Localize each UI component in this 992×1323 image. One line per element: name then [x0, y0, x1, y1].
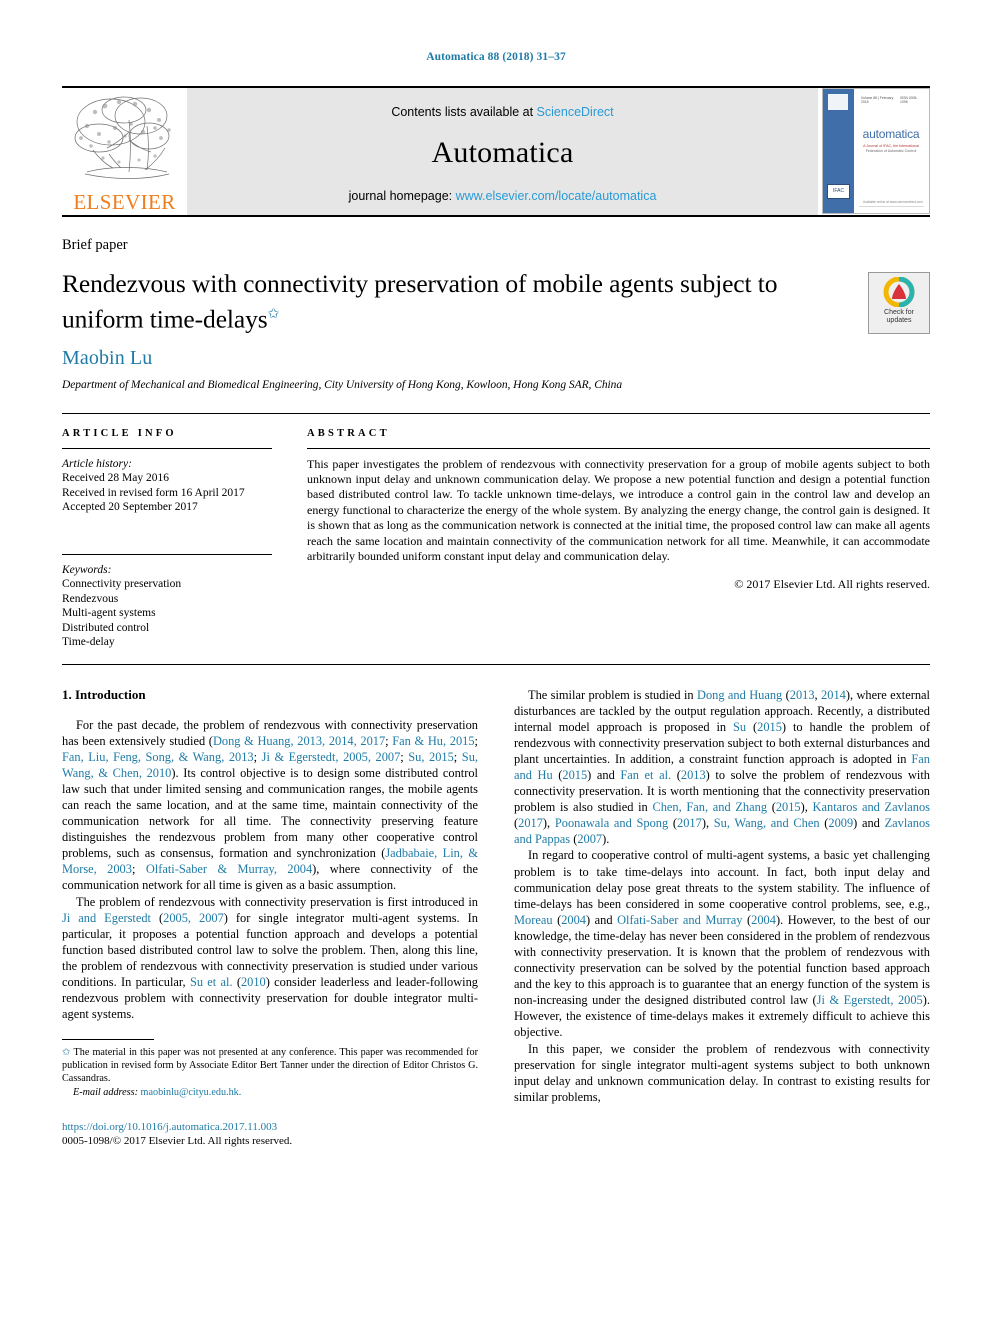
footnote-email-line: E-mail address: maobinlu@cityu.edu.hk.	[62, 1086, 478, 1099]
title-row: Rendezvous with connectivity preservatio…	[62, 268, 930, 391]
cover-elsevier-icon	[828, 94, 848, 110]
body-right-column: The similar problem is studied in Dong a…	[514, 687, 930, 1149]
running-head: Automatica 88 (2018) 31–37	[426, 51, 566, 63]
sciencedirect-link[interactable]: ScienceDirect	[537, 105, 614, 119]
footnote-email-label: E-mail address:	[73, 1087, 138, 1099]
cover-subtitle-line1: A Journal of IFAC, the International	[863, 144, 919, 148]
author-email-link[interactable]: maobinlu@cityu.edu.hk.	[141, 1087, 242, 1098]
article-history-label: Article history:	[62, 457, 132, 470]
issn-copyright-line: 0005-1098/© 2017 Elsevier Ltd. All right…	[62, 1134, 293, 1147]
history-item: Received in revised form 16 April 2017	[62, 486, 245, 499]
paper-title-text: Rendezvous with connectivity preservatio…	[62, 269, 778, 334]
info-top-rule	[62, 412, 930, 414]
abstract-column: ABSTRACT This paper investigates the pro…	[307, 428, 930, 650]
page-title: Rendezvous with connectivity preservatio…	[62, 268, 854, 335]
paragraph: The similar problem is studied in Dong a…	[514, 687, 931, 847]
crossmark-label: Check for updates	[884, 309, 914, 325]
crossmark-badge[interactable]: Check for updates	[868, 272, 930, 334]
footnote-body: The material in this paper was not prese…	[62, 1047, 478, 1085]
cover-subtitle-line2: Federation of Automatic Control	[865, 149, 917, 153]
info-abstract-row: ARTICLE INFO Article history: Received 2…	[62, 428, 930, 650]
author-name[interactable]: Maobin Lu	[62, 347, 854, 370]
footnote-marker: ✩	[62, 1047, 71, 1059]
cover-volume-line: Volume 88 | February 2018	[861, 96, 894, 104]
doi-link[interactable]: https://doi.org/10.1016/j.automatica.201…	[62, 1121, 478, 1135]
abstract-text: This paper investigates the problem of r…	[307, 456, 930, 563]
article-info-rule	[62, 447, 272, 449]
journal-homepage-link[interactable]: www.elsevier.com/locate/automatica	[456, 189, 657, 203]
body-left-column: 1. Introduction For the past decade, the…	[62, 687, 478, 1149]
keyword-item: Connectivity preservation	[62, 578, 182, 590]
article-type-kicker: Brief paper	[62, 237, 128, 253]
cover-issn-line: ISSN 0005-1098	[900, 96, 918, 104]
contents-line: Contents lists available at ScienceDirec…	[391, 105, 613, 119]
paragraph: The problem of rendezvous with connectiv…	[62, 894, 478, 1022]
cover-top-row: Volume 88 | February 2018 ISSN 0005-1098	[861, 96, 924, 104]
keyword-item: Multi-agent systems	[62, 607, 156, 619]
journal-title: Automatica	[431, 135, 574, 169]
title-column: Rendezvous with connectivity preservatio…	[62, 268, 868, 391]
cover-bottom-caption: Available online at www.sciencedirect.co…	[863, 200, 923, 204]
paragraph: For the past decade, the problem of rend…	[62, 717, 479, 893]
cover-title: automatica	[862, 127, 920, 141]
crossmark-label-line1: Check for	[884, 309, 914, 316]
footnote-rule	[62, 1039, 154, 1041]
paragraph: In regard to cooperative control of mult…	[514, 848, 930, 1040]
footer-block: https://doi.org/10.1016/j.automatica.201…	[62, 1121, 478, 1148]
contents-prefix: Contents lists available at	[391, 104, 537, 119]
abstract-heading: ABSTRACT	[307, 427, 390, 439]
keywords-label: Keywords:	[62, 563, 112, 576]
copyright-line: © 2017 Elsevier Ltd. All rights reserved…	[734, 577, 930, 592]
crossmark-label-line2: updates	[886, 317, 912, 324]
footnote-text: ✩ The material in this paper was not pre…	[62, 1046, 478, 1099]
affiliation: Department of Mechanical and Biomedical …	[62, 378, 623, 391]
footnote-block: ✩ The material in this paper was not pre…	[62, 1039, 478, 1099]
body-columns: 1. Introduction For the past decade, the…	[62, 687, 930, 1149]
title-footnote-marker: ✩	[267, 307, 280, 322]
elsevier-tree-icon	[74, 96, 171, 179]
paper-page: Automatica 88 (2018) 31–37 ELSEVIER Cont…	[0, 0, 992, 1323]
cover-subtitle: A Journal of IFAC, the International Fed…	[857, 144, 925, 154]
info-bottom-rule	[62, 663, 930, 665]
homepage-prefix: journal homepage:	[348, 188, 456, 203]
article-info-heading: ARTICLE INFO	[62, 427, 177, 439]
history-item: Received 28 May 2016	[62, 472, 169, 484]
abstract-rule	[307, 447, 930, 449]
article-info-column: ARTICLE INFO Article history: Received 2…	[62, 428, 307, 650]
keyword-item: Rendezvous	[62, 592, 119, 605]
keywords-block: Keywords: Connectivity preservation Rend…	[62, 553, 272, 650]
keyword-item: Distributed control	[62, 621, 150, 634]
homepage-line: journal homepage: www.elsevier.com/locat…	[349, 189, 657, 203]
keywords-rule	[62, 553, 272, 555]
crossmark-badge-icon	[883, 277, 915, 307]
paragraph: In this paper, we consider the problem o…	[514, 1041, 930, 1104]
journal-masthead: ELSEVIER Contents lists available at Sci…	[62, 88, 930, 215]
cover-ifac-badge: IFAC	[827, 184, 850, 199]
masthead-bottom-rule	[62, 215, 930, 217]
keyword-item: Time-delay	[62, 636, 115, 648]
cover-divider	[859, 206, 924, 207]
section-heading-introduction: 1. Introduction	[62, 686, 146, 702]
elsevier-logo: ELSEVIER	[62, 88, 187, 215]
sciencedirect-band: Contents lists available at ScienceDirec…	[187, 88, 818, 215]
history-item: Accepted 20 September 2017	[62, 501, 198, 513]
journal-cover-thumbnail: IFAC Volume 88 | February 2018 ISSN 0005…	[822, 88, 930, 214]
journal-cover-block: IFAC Volume 88 | February 2018 ISSN 0005…	[818, 88, 930, 215]
elsevier-wordmark: ELSEVIER	[73, 190, 176, 214]
